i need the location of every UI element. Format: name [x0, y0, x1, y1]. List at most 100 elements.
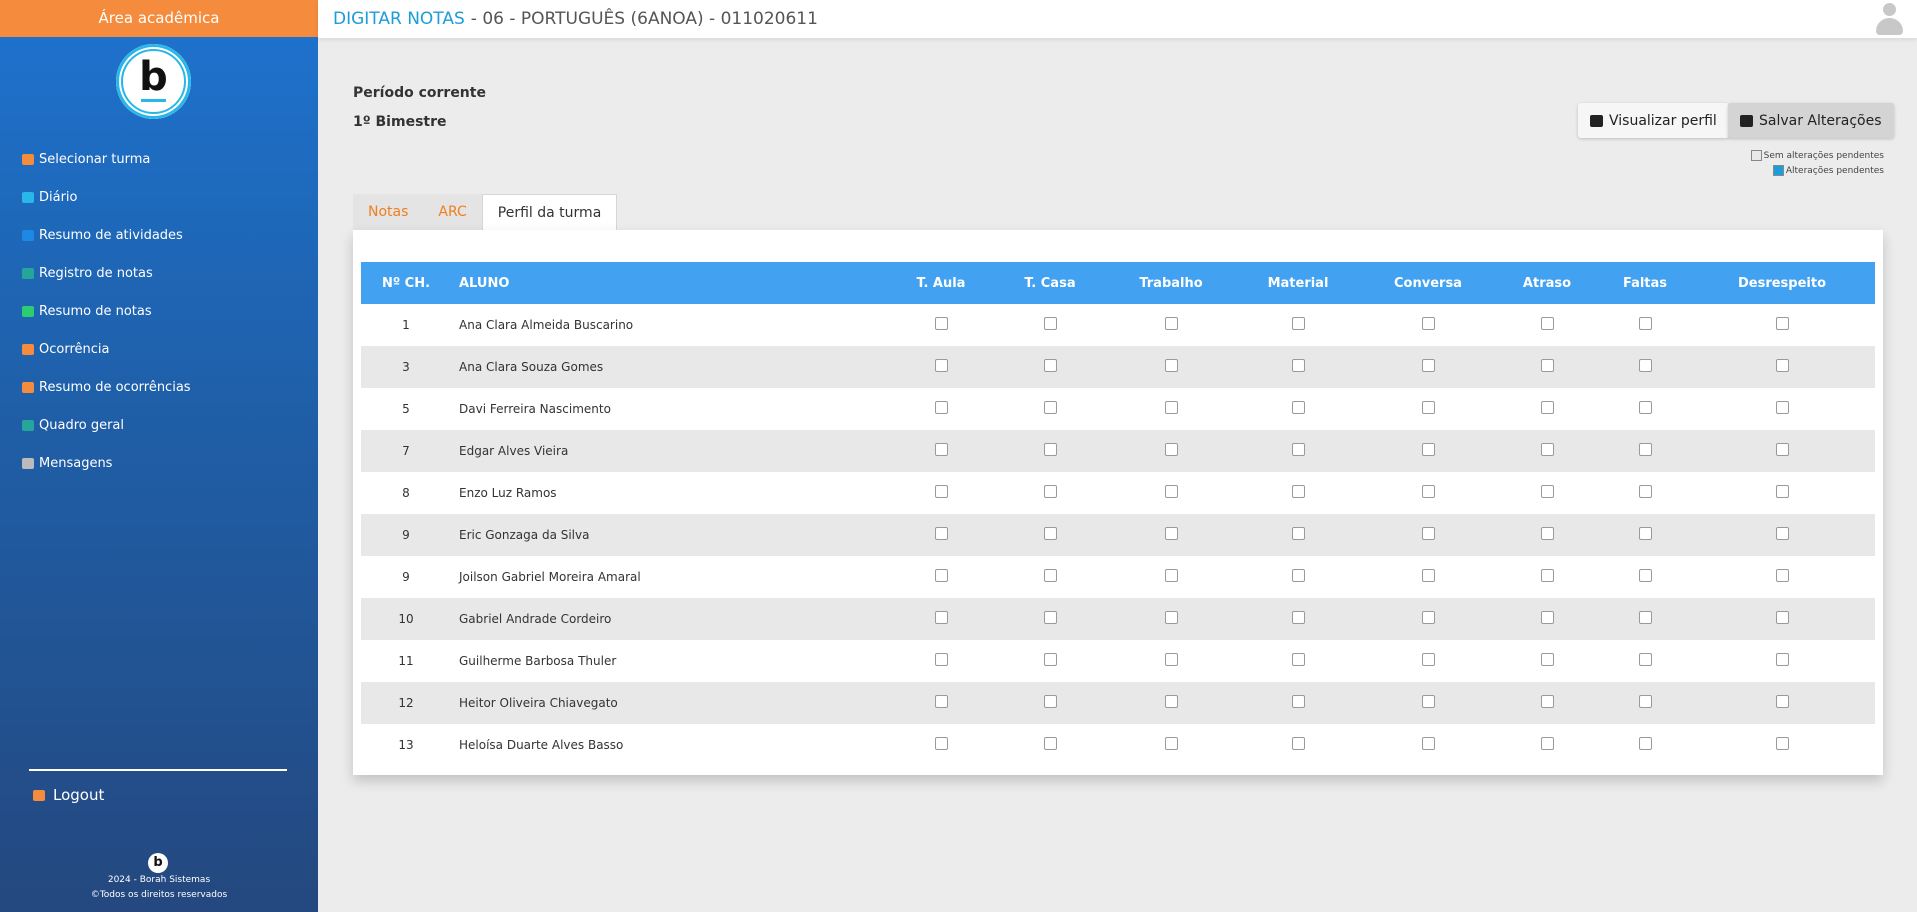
behavior-checkbox[interactable]	[1291, 737, 1305, 750]
behavior-checkbox[interactable]	[1421, 653, 1435, 666]
behavior-checkbox[interactable]	[1421, 569, 1435, 582]
behavior-checkbox[interactable]	[1421, 443, 1435, 456]
behavior-checkbox[interactable]	[1164, 653, 1178, 666]
behavior-checkbox[interactable]	[1638, 401, 1652, 414]
behavior-checkbox[interactable]	[1540, 527, 1554, 540]
user-avatar-icon[interactable]	[1875, 3, 1903, 35]
sidebar-item-resumo-de-atividades[interactable]: Resumo de atividades	[0, 216, 318, 254]
behavior-checkbox[interactable]	[1775, 653, 1789, 666]
behavior-checkbox[interactable]	[934, 611, 948, 624]
behavior-checkbox[interactable]	[934, 737, 948, 750]
behavior-checkbox[interactable]	[1638, 695, 1652, 708]
sidebar-item-quadro-geral[interactable]: Quadro geral	[0, 406, 318, 444]
behavior-checkbox[interactable]	[1540, 611, 1554, 624]
behavior-checkbox[interactable]	[1291, 569, 1305, 582]
behavior-checkbox[interactable]	[1775, 569, 1789, 582]
save-button[interactable]: Salvar Alterações	[1728, 103, 1894, 138]
sidebar-item-resumo-de-notas[interactable]: Resumo de notas	[0, 292, 318, 330]
behavior-checkbox[interactable]	[1540, 485, 1554, 498]
behavior-checkbox[interactable]	[1775, 737, 1789, 750]
behavior-checkbox[interactable]	[934, 569, 948, 582]
behavior-checkbox[interactable]	[1540, 317, 1554, 330]
tab-arc[interactable]: ARC	[423, 194, 482, 231]
logout-button[interactable]: Logout	[33, 786, 104, 804]
behavior-checkbox[interactable]	[1775, 443, 1789, 456]
behavior-checkbox[interactable]	[1291, 359, 1305, 372]
behavior-checkbox[interactable]	[1540, 359, 1554, 372]
behavior-checkbox[interactable]	[1164, 737, 1178, 750]
behavior-checkbox[interactable]	[1043, 737, 1057, 750]
behavior-checkbox[interactable]	[1291, 485, 1305, 498]
behavior-checkbox[interactable]	[934, 527, 948, 540]
behavior-checkbox[interactable]	[1638, 653, 1652, 666]
behavior-checkbox[interactable]	[1043, 359, 1057, 372]
sidebar-item-registro-de-notas[interactable]: Registro de notas	[0, 254, 318, 292]
behavior-checkbox[interactable]	[1421, 317, 1435, 330]
behavior-checkbox[interactable]	[1164, 443, 1178, 456]
behavior-checkbox[interactable]	[934, 401, 948, 414]
behavior-checkbox[interactable]	[1421, 485, 1435, 498]
behavior-checkbox[interactable]	[1421, 695, 1435, 708]
behavior-checkbox[interactable]	[1164, 527, 1178, 540]
behavior-checkbox[interactable]	[1775, 527, 1789, 540]
behavior-checkbox[interactable]	[1540, 695, 1554, 708]
behavior-checkbox[interactable]	[1043, 485, 1057, 498]
sidebar-item-resumo-de-ocorrencias[interactable]: Resumo de ocorrências	[0, 368, 318, 406]
behavior-checkbox[interactable]	[1775, 485, 1789, 498]
behavior-checkbox[interactable]	[934, 695, 948, 708]
behavior-checkbox[interactable]	[1164, 359, 1178, 372]
behavior-checkbox[interactable]	[1540, 653, 1554, 666]
behavior-checkbox[interactable]	[1043, 401, 1057, 414]
behavior-checkbox[interactable]	[1043, 569, 1057, 582]
behavior-checkbox[interactable]	[1043, 527, 1057, 540]
behavior-checkbox[interactable]	[1291, 695, 1305, 708]
behavior-checkbox[interactable]	[1421, 611, 1435, 624]
behavior-checkbox[interactable]	[1638, 569, 1652, 582]
behavior-checkbox[interactable]	[1043, 443, 1057, 456]
behavior-checkbox[interactable]	[1043, 653, 1057, 666]
behavior-checkbox[interactable]	[1638, 359, 1652, 372]
behavior-checkbox[interactable]	[1540, 401, 1554, 414]
behavior-checkbox[interactable]	[1164, 611, 1178, 624]
behavior-checkbox[interactable]	[1775, 611, 1789, 624]
behavior-checkbox[interactable]	[1775, 359, 1789, 372]
behavior-checkbox[interactable]	[1291, 401, 1305, 414]
tab-perfil-da-turma[interactable]: Perfil da turma	[481, 194, 618, 231]
behavior-checkbox[interactable]	[934, 443, 948, 456]
behavior-checkbox[interactable]	[1164, 317, 1178, 330]
behavior-checkbox[interactable]	[1638, 485, 1652, 498]
behavior-checkbox[interactable]	[1043, 317, 1057, 330]
behavior-checkbox[interactable]	[1164, 569, 1178, 582]
behavior-checkbox[interactable]	[1291, 527, 1305, 540]
behavior-checkbox[interactable]	[1291, 443, 1305, 456]
sidebar-item-mensagens[interactable]: Mensagens	[0, 444, 318, 482]
sidebar-item-diario[interactable]: Diário	[0, 178, 318, 216]
view-profile-button[interactable]: Visualizar perfil	[1578, 103, 1729, 138]
behavior-checkbox[interactable]	[1164, 401, 1178, 414]
tab-notas[interactable]: Notas	[353, 194, 424, 231]
behavior-checkbox[interactable]	[934, 359, 948, 372]
behavior-checkbox[interactable]	[1164, 485, 1178, 498]
behavior-checkbox[interactable]	[1638, 443, 1652, 456]
behavior-checkbox[interactable]	[1638, 317, 1652, 330]
behavior-checkbox[interactable]	[1638, 527, 1652, 540]
behavior-checkbox[interactable]	[1043, 695, 1057, 708]
behavior-checkbox[interactable]	[1421, 359, 1435, 372]
behavior-checkbox[interactable]	[1638, 737, 1652, 750]
sidebar-item-ocorrencia[interactable]: Ocorrência	[0, 330, 318, 368]
sidebar-item-selecionar-turma[interactable]: Selecionar turma	[0, 140, 318, 178]
behavior-checkbox[interactable]	[1291, 653, 1305, 666]
behavior-checkbox[interactable]	[1421, 527, 1435, 540]
behavior-checkbox[interactable]	[1775, 401, 1789, 414]
behavior-checkbox[interactable]	[1775, 695, 1789, 708]
behavior-checkbox[interactable]	[934, 653, 948, 666]
behavior-checkbox[interactable]	[934, 317, 948, 330]
behavior-checkbox[interactable]	[1291, 317, 1305, 330]
behavior-checkbox[interactable]	[1540, 569, 1554, 582]
behavior-checkbox[interactable]	[1540, 443, 1554, 456]
behavior-checkbox[interactable]	[934, 485, 948, 498]
behavior-checkbox[interactable]	[1775, 317, 1789, 330]
behavior-checkbox[interactable]	[1638, 611, 1652, 624]
behavior-checkbox[interactable]	[1164, 695, 1178, 708]
behavior-checkbox[interactable]	[1421, 401, 1435, 414]
